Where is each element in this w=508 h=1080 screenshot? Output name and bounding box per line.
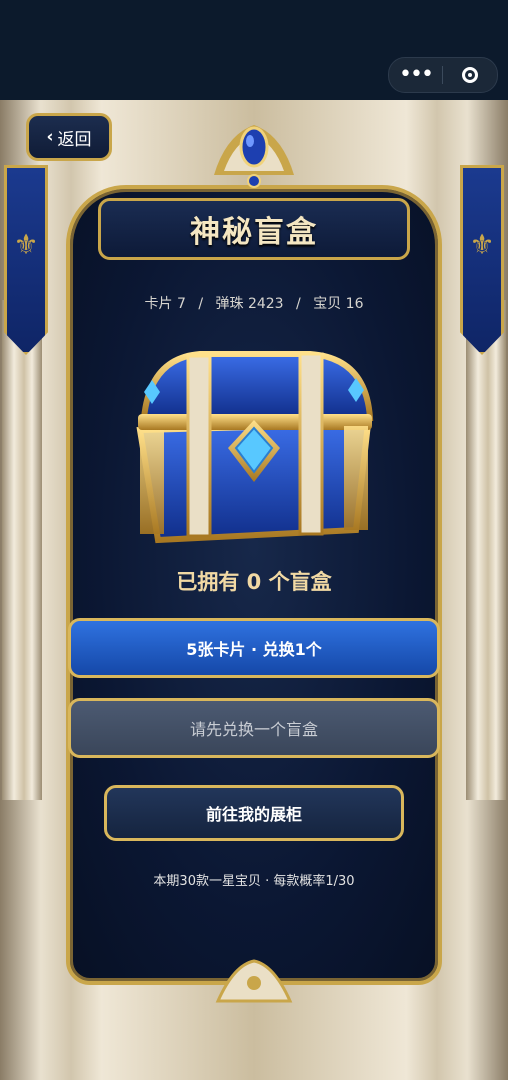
target-icon[interactable] xyxy=(443,67,497,83)
stats-separator: / xyxy=(198,296,204,312)
status-bar: ••• xyxy=(0,0,508,100)
open-box-button[interactable]: 请先兑换一个盲盒 xyxy=(68,698,440,758)
owned-count: 已拥有 0 个盲盒 xyxy=(176,570,332,594)
back-label: 返回 xyxy=(57,129,92,150)
probability-note: 本期30款一星宝贝 · 每款概率1/30 xyxy=(153,874,355,889)
page-title: 神秘盲盒 xyxy=(190,215,318,250)
right-pillar xyxy=(466,300,506,800)
exchange-button[interactable]: 5张卡片 · 兑换1个 xyxy=(68,618,440,678)
chevron-left-icon: ‹ xyxy=(46,127,54,147)
left-banner xyxy=(4,165,48,355)
treasure-count: 宝贝 16 xyxy=(313,296,364,312)
bottom-ornament-icon xyxy=(215,959,293,1003)
crown-ornament-icon xyxy=(214,125,294,188)
marbles-count: 弹珠 2423 xyxy=(215,296,284,312)
title-plaque: 神秘盲盒 xyxy=(98,198,410,260)
right-banner xyxy=(460,165,504,355)
stats-separator: / xyxy=(296,296,301,312)
my-cabinet-button[interactable]: 前往我的展柜 xyxy=(104,785,404,841)
stats-row: 卡片 7 / 弹珠 2423 / 宝贝 16 xyxy=(0,293,508,313)
back-button[interactable]: ‹ 返回 xyxy=(26,113,112,161)
treasure-chest-icon xyxy=(136,351,374,544)
more-dots-icon[interactable]: ••• xyxy=(389,60,442,90)
mini-program-capsule: ••• xyxy=(388,57,498,93)
cards-count: 卡片 7 xyxy=(144,296,186,312)
left-pillar xyxy=(2,300,42,800)
